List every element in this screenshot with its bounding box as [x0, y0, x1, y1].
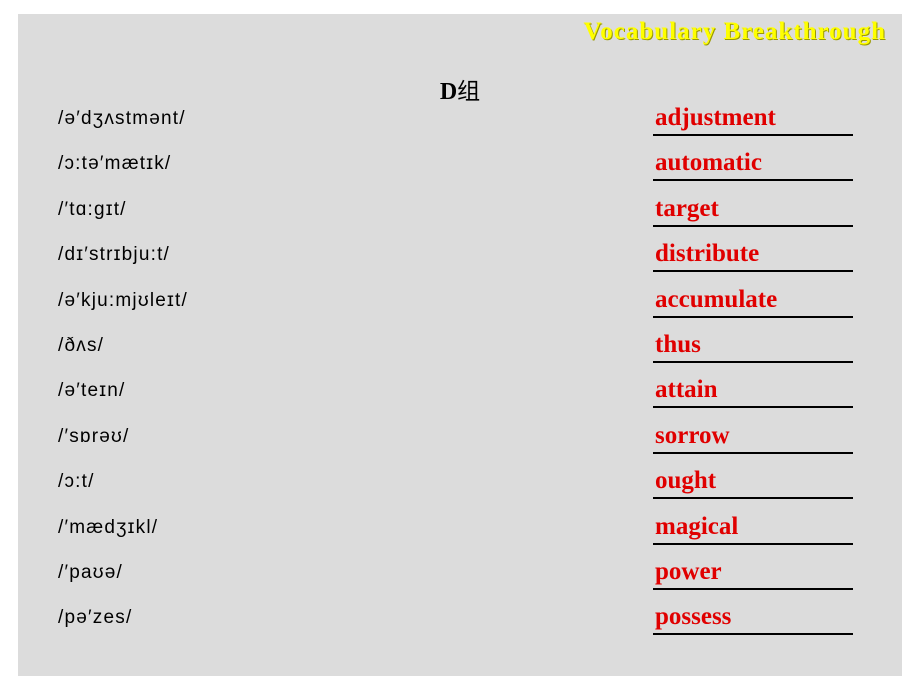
phonetic-transcription: /ðʌs/	[58, 334, 105, 356]
vocabulary-row: /ɔ:t/ ought	[18, 467, 902, 516]
vocabulary-word: thus	[655, 330, 701, 358]
vocabulary-row: /dɪ′strɪbju:t/ distribute	[18, 240, 902, 289]
phonetic-transcription: /ə′dʒʌstmənt/	[58, 108, 186, 129]
vocabulary-word: ought	[655, 467, 717, 495]
vocabulary-list: /ə′dʒʌstmənt/ adjustment /ɔ:tə′mætɪk/ au…	[18, 104, 902, 653]
word-blank: thus	[653, 331, 853, 363]
vocabulary-row: /ə′teɪn/ attain	[18, 376, 902, 425]
phonetic-transcription: /ɔ:tə′mætɪk/	[58, 153, 172, 175]
phonetic-transcription: /pə′zes/	[58, 607, 133, 629]
page-title: Vocabulary Breakthrough	[583, 18, 886, 45]
phonetic-transcription: /dɪ′strɪbju:t/	[58, 244, 171, 266]
vocabulary-word: adjustment	[655, 104, 776, 131]
slide: Vocabulary Breakthrough D组 /ə′dʒʌstmənt/…	[0, 0, 920, 690]
word-blank: attain	[653, 376, 853, 409]
word-blank: ought	[653, 467, 853, 500]
phonetic-transcription: /ɔ:t/	[58, 471, 95, 493]
vocabulary-word: accumulate	[655, 285, 778, 313]
word-blank: accumulate	[653, 286, 853, 318]
vocabulary-word: possess	[655, 603, 732, 631]
vocabulary-row: /′tɑ:gɪt/ target	[18, 195, 902, 244]
phonetic-transcription: /ə′kju:mjʊleɪt/	[58, 289, 188, 311]
phonetic-transcription: /′mædʒɪkl/	[58, 516, 159, 538]
vocabulary-word: target	[655, 194, 719, 222]
word-blank: distribute	[653, 240, 853, 273]
vocabulary-word: attain	[655, 376, 718, 404]
vocabulary-row: /ə′kju:mjʊleɪt/ accumulate	[18, 286, 902, 335]
phonetic-transcription: /′paʊə/	[58, 561, 124, 583]
word-blank: magical	[653, 513, 853, 545]
slide-content-area: Vocabulary Breakthrough D组 /ə′dʒʌstmənt/…	[18, 14, 902, 676]
word-blank: target	[653, 195, 853, 227]
vocabulary-word: distribute	[655, 240, 760, 268]
group-suffix: 组	[457, 79, 481, 104]
vocabulary-word: magical	[655, 512, 739, 540]
vocabulary-row: /ɔ:tə′mætɪk/ automatic	[18, 149, 902, 198]
word-blank: possess	[653, 603, 853, 636]
phonetic-transcription: /ə′teɪn/	[58, 380, 126, 402]
word-blank: power	[653, 558, 853, 590]
vocabulary-row: /ðʌs/ thus	[18, 331, 902, 380]
word-blank: adjustment	[653, 104, 853, 136]
word-blank: sorrow	[653, 422, 853, 454]
vocabulary-row: /′mædʒɪkl/ magical	[18, 513, 902, 562]
phonetic-transcription: /′tɑ:gɪt/	[58, 198, 127, 220]
vocabulary-row: /′paʊə/ power	[18, 558, 902, 607]
vocabulary-word: power	[655, 557, 722, 585]
vocabulary-row: /pə′zes/ possess	[18, 603, 902, 652]
vocabulary-word: automatic	[655, 149, 762, 177]
word-blank: automatic	[653, 149, 853, 182]
vocabulary-row: /ə′dʒʌstmənt/ adjustment	[18, 104, 902, 153]
vocabulary-word: sorrow	[655, 421, 730, 449]
phonetic-transcription: /′sɒrəʊ/	[58, 425, 130, 447]
vocabulary-row: /′sɒrəʊ/ sorrow	[18, 422, 902, 471]
group-letter: D	[439, 79, 458, 105]
group-heading: D组	[18, 72, 902, 106]
